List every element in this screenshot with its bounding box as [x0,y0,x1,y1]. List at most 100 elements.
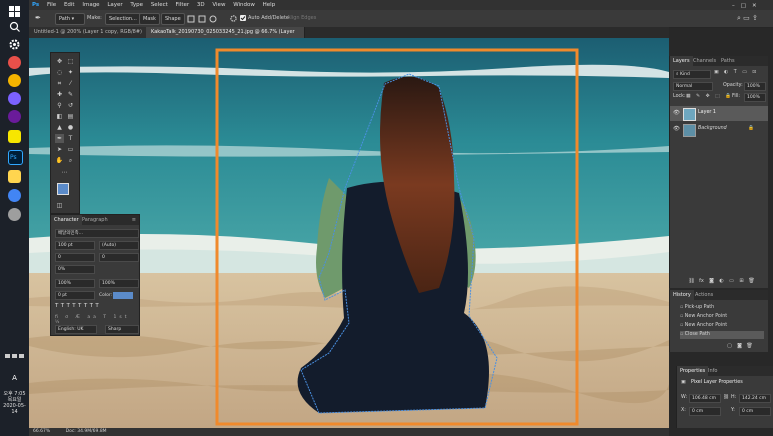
search-icon[interactable]: ⌕ [737,14,741,22]
eye-visibility-icon[interactable]: 👁 [673,126,680,132]
align-edges-label[interactable]: Align Edges [287,13,316,24]
language-dropdown[interactable]: English: UK [55,325,97,334]
workspace-icon[interactable]: ▭ [743,14,750,22]
pen-tool-icon[interactable]: ✒ [35,14,44,23]
marquee-tool-icon[interactable]: ⬚ [66,57,75,66]
zoom-tool-icon[interactable]: ⌕ [66,156,75,165]
move-tool-icon[interactable]: ✥ [55,57,64,66]
make-shape-button[interactable]: Shape [161,13,185,25]
new-layer-icon[interactable]: ⊞ [738,278,745,285]
type-style-buttons[interactable]: TTTTTTTT [55,303,135,311]
foreground-color-swatch[interactable] [57,183,69,195]
make-mask-button[interactable]: Mask [139,13,160,25]
make-selection-button[interactable]: Selection... [105,13,141,25]
blend-mode-dropdown[interactable]: Normal [673,82,713,91]
tray-icons[interactable] [4,352,25,360]
fill-field[interactable]: 100% [744,93,766,102]
horizontal-scale-field[interactable]: 100% [99,279,139,288]
menu-help[interactable]: Help [260,0,279,10]
add-mask-icon[interactable]: ◙ [708,278,715,285]
link-layers-icon[interactable]: ⛓ [688,278,695,285]
filter-icons[interactable]: ▣ ◐ T ▭ ⊡ [714,70,758,75]
history-brush-tool-icon[interactable]: ↺ [66,101,75,110]
trash-icon[interactable]: 🗑 [748,278,755,285]
taskbar-clock[interactable]: 오후 7:05 목요일 2020-05-14 [0,391,29,415]
brush-tool-icon[interactable]: ✎ [66,90,75,99]
share-icon[interactable]: ⇪ [752,14,758,22]
doc-tab-untitled[interactable]: Untitled-1 @ 200% (Layer 1 copy, RGB/8#)… [29,27,150,46]
y-field[interactable]: 0 cm [739,407,771,416]
layer-row-background[interactable]: 👁 Background 🔒 [670,122,768,137]
lasso-tool-icon[interactable]: ◌ [55,68,64,77]
hand-tool-icon[interactable]: ✋ [55,156,64,165]
quick-mask-icon[interactable]: ◫ [55,201,64,210]
browser-app-icon[interactable] [8,56,21,69]
menu-edit[interactable]: Edit [61,0,78,10]
menu-window[interactable]: Window [230,0,258,10]
layer-filter-dropdown[interactable]: ⌕ Kind [673,70,711,79]
pen-tool-icon[interactable]: ✒ [55,134,64,143]
vertical-scale-field[interactable]: 100% [55,279,95,288]
eye-visibility-icon[interactable]: 👁 [673,110,680,116]
lock-icons[interactable]: ▦ ✎ ✥ ⬚ 🔒 [686,94,733,99]
height-field[interactable]: 142.24 cm [739,394,771,403]
opacity-field[interactable]: 100% [744,82,766,91]
menu-file[interactable]: File [44,0,59,10]
rectangle-tool-icon[interactable]: ▭ [66,145,75,154]
eraser-tool-icon[interactable]: ◧ [55,112,64,121]
path-operation-icons[interactable] [187,15,247,23]
menu-view[interactable]: View [209,0,228,10]
path-selection-tool-icon[interactable]: ➤ [55,145,64,154]
menu-select[interactable]: Select [148,0,171,10]
text-color-swatch[interactable] [113,292,133,299]
settings-gear-icon[interactable] [8,38,21,51]
anti-alias-dropdown[interactable]: Sharp [105,325,139,334]
tab-properties[interactable]: Properties [677,366,709,376]
zoom-level[interactable]: 66.67% [29,429,50,434]
notes-app-icon[interactable] [8,170,21,183]
tab-channels[interactable]: Channels [690,56,719,66]
input-indicator[interactable]: A [0,374,29,382]
font-size-field[interactable]: 100 pt [55,241,95,250]
settings-gear-icon[interactable] [230,15,237,22]
menu-type[interactable]: Type [127,0,146,10]
history-item[interactable]: ▫ New Anchor Point [680,322,764,330]
leading-field[interactable]: (Auto) [99,241,139,250]
blur-tool-icon[interactable]: ▲ [55,123,64,132]
tab-paragraph[interactable]: Paragraph [79,215,111,225]
windows-start-icon[interactable] [8,5,21,18]
panel-menu-icon[interactable]: ≡ [129,215,139,225]
new-group-icon[interactable]: ▭ [728,278,735,285]
tsume-field[interactable]: 0% [55,265,95,274]
tab-info[interactable]: Info [705,366,720,376]
x-field[interactable]: 0 cm [689,407,721,416]
history-item[interactable]: ▫ Close Path [680,331,764,339]
link-icon[interactable]: ⛓ [723,395,729,400]
auto-add-delete-checkbox[interactable] [240,15,246,21]
tab-character[interactable]: Character [51,215,82,225]
fx-icon[interactable]: fx [698,278,705,285]
path-mode-dropdown[interactable]: Path ▾ [55,13,85,25]
history-item[interactable]: ▫ Pick-up Path [680,304,764,312]
layer-name[interactable]: Background [698,126,727,131]
healing-tool-icon[interactable]: ✚ [55,90,64,99]
tab-actions[interactable]: Actions [692,290,716,300]
doc-size[interactable]: Doc: 34.9M/69.8M [52,429,107,434]
tab-paths[interactable]: Paths [718,56,738,66]
more-tools-icon[interactable]: ⋯ [60,168,69,177]
chrome-browser-icon[interactable] [8,189,21,202]
layer-row-layer-1[interactable]: 👁 Layer 1 [670,106,768,121]
music-app-icon[interactable] [8,92,21,105]
adjustment-layer-icon[interactable]: ◐ [718,278,725,285]
dodge-tool-icon[interactable]: ● [66,123,75,132]
kakaotalk-icon[interactable] [8,130,21,143]
opentype-buttons[interactable]: ﬁ σ Æ aa T 1st ½ [55,315,135,325]
type-tool-icon[interactable]: T [66,134,75,143]
tab-history[interactable]: History [670,290,694,300]
chrome-app-icon[interactable] [8,74,21,87]
workspace-icons[interactable]: ⌕ ▭ ⇪ [737,14,767,23]
kerning-field[interactable]: 0 [55,253,95,262]
magic-wand-tool-icon[interactable]: ✦ [66,68,75,77]
layer-name[interactable]: Layer 1 [698,110,716,115]
history-item[interactable]: ▫ New Anchor Point [680,313,764,321]
